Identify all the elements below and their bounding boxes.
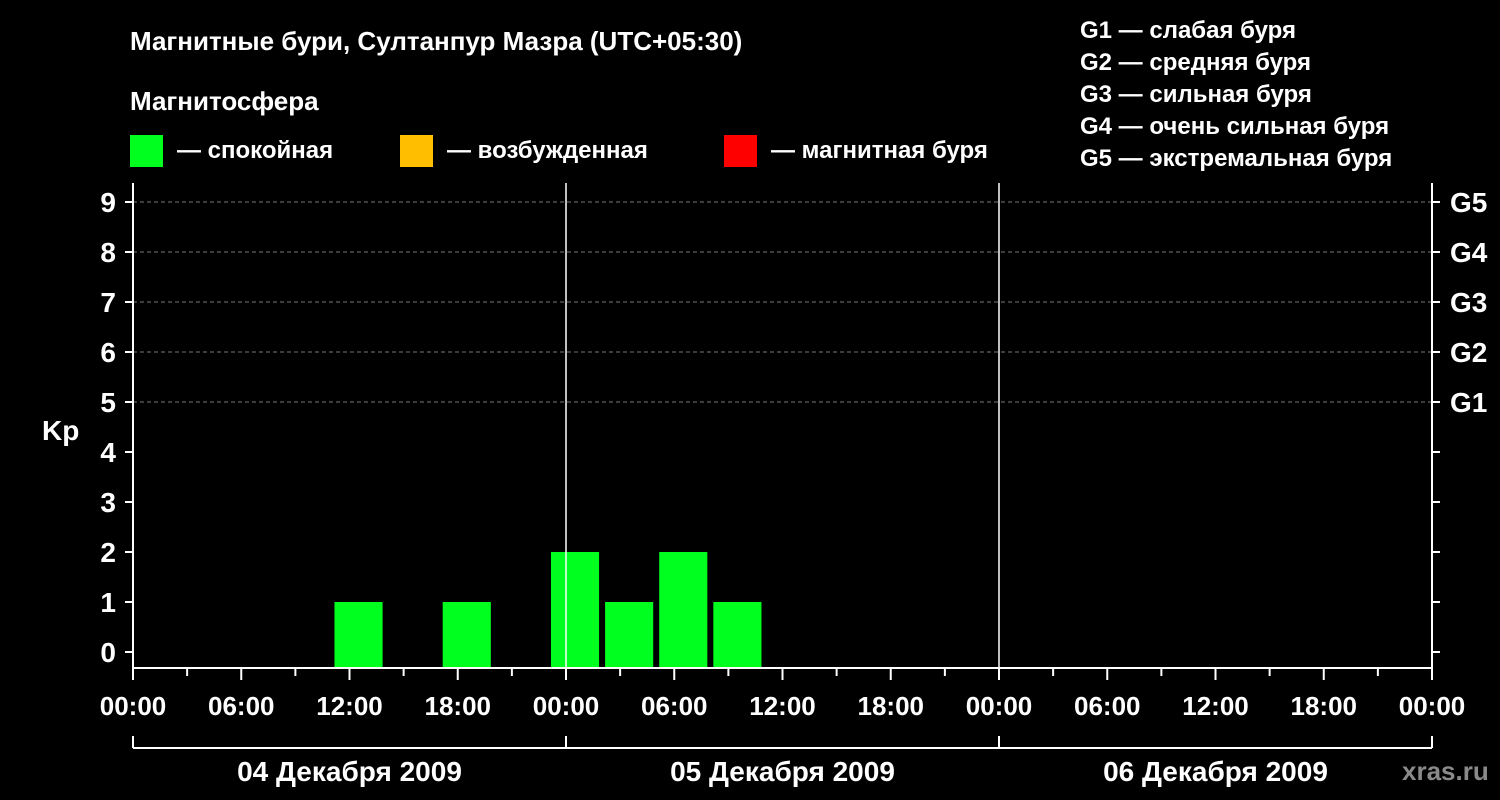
- right-tick-label-0: G1: [1450, 387, 1487, 418]
- x-tick-label-12: 00:00: [1399, 691, 1466, 721]
- right-tick-label-3: G4: [1450, 237, 1488, 268]
- x-tick-label-11: 18:00: [1291, 691, 1358, 721]
- legend-swatch-2: [724, 135, 757, 167]
- bar-3: [605, 602, 654, 668]
- x-tick-label-4: 00:00: [533, 691, 600, 721]
- storm-scale-item-2: G3 — сильная буря: [1080, 81, 1312, 108]
- storm-scale-item-1: G2 — средняя буря: [1080, 49, 1311, 76]
- y-axis-ticks: 0 1 2 3 4 5 6 7 8 9: [100, 187, 133, 668]
- legend-title: Магнитосфера: [130, 86, 319, 116]
- watermark: xras.ru: [1402, 756, 1489, 786]
- storm-scale-item-0: G1 — слабая буря: [1080, 17, 1296, 44]
- storm-scale-item-3: G4 — очень сильная буря: [1080, 113, 1389, 140]
- y-tick-label-3: 3: [100, 487, 116, 518]
- legend: — спокойная — возбужденная — магнитная бур…: [130, 135, 988, 167]
- right-tick-label-1: G2: [1450, 337, 1487, 368]
- x-axis-ticks: 00:00 06:00 12:00 18:00 00:00 06:00 12:00 18:00…: [100, 668, 1466, 721]
- bar-0: [334, 602, 383, 668]
- axes: [132, 183, 1433, 669]
- x-tick-label-2: 12:00: [316, 691, 383, 721]
- y-tick-label-5: 5: [100, 387, 116, 418]
- storm-scale-item-4: G5 — экстремальная буря: [1080, 145, 1392, 172]
- x-tick-label-1: 06:00: [208, 691, 275, 721]
- legend-swatch-0: [130, 135, 163, 167]
- day-label-1: 05 Декабря 2009: [670, 756, 895, 787]
- x-tick-label-0: 00:00: [100, 691, 167, 721]
- legend-swatch-1: [400, 135, 433, 167]
- day-label-0: 04 Декабря 2009: [237, 756, 462, 787]
- y-tick-label-4: 4: [100, 437, 116, 468]
- bar-4: [659, 552, 708, 668]
- bar-2: [550, 552, 600, 668]
- storm-scale-legend: G1 — слабая буря G2 — средняя буря G3 — си…: [1080, 17, 1392, 172]
- x-tick-label-9: 06:00: [1074, 691, 1141, 721]
- y-tick-label-9: 9: [100, 187, 116, 218]
- legend-label-1: — возбужденная: [447, 137, 648, 164]
- y-tick-label-2: 2: [100, 537, 116, 568]
- y-axis-label: Kp: [42, 415, 79, 446]
- y-tick-label-6: 6: [100, 337, 116, 368]
- x-tick-label-5: 06:00: [641, 691, 708, 721]
- bar-1: [442, 602, 491, 668]
- chart-title: Магнитные бури, Султанпур Мазра (UTC+05:…: [130, 26, 742, 56]
- x-tick-label-7: 18:00: [858, 691, 925, 721]
- right-tick-label-4: G5: [1450, 187, 1487, 218]
- y-tick-label-0: 0: [100, 637, 116, 668]
- right-axis-ticks: G1 G2 G3 G4 G5: [1432, 187, 1488, 653]
- day-label-2: 06 Декабря 2009: [1103, 756, 1328, 787]
- legend-label-2: — магнитная буря: [771, 137, 988, 164]
- x-tick-label-3: 18:00: [425, 691, 492, 721]
- day-axis: 04 Декабря 2009 05 Декабря 2009 06 Декабря…: [132, 736, 1433, 787]
- legend-label-0: — спокойная: [177, 137, 333, 164]
- y-tick-label-1: 1: [100, 587, 116, 618]
- kp-chart: Магнитные бури, Султанпур Мазра (UTC+05:…: [42, 17, 1489, 787]
- grid: [133, 201, 1432, 403]
- y-tick-label-8: 8: [100, 237, 116, 268]
- bar-5: [713, 602, 762, 668]
- x-tick-label-6: 12:00: [749, 691, 816, 721]
- x-tick-label-8: 00:00: [966, 691, 1033, 721]
- x-tick-label-10: 12:00: [1182, 691, 1249, 721]
- y-tick-label-7: 7: [100, 287, 116, 318]
- bars: [334, 552, 762, 668]
- right-tick-label-2: G3: [1450, 287, 1487, 318]
